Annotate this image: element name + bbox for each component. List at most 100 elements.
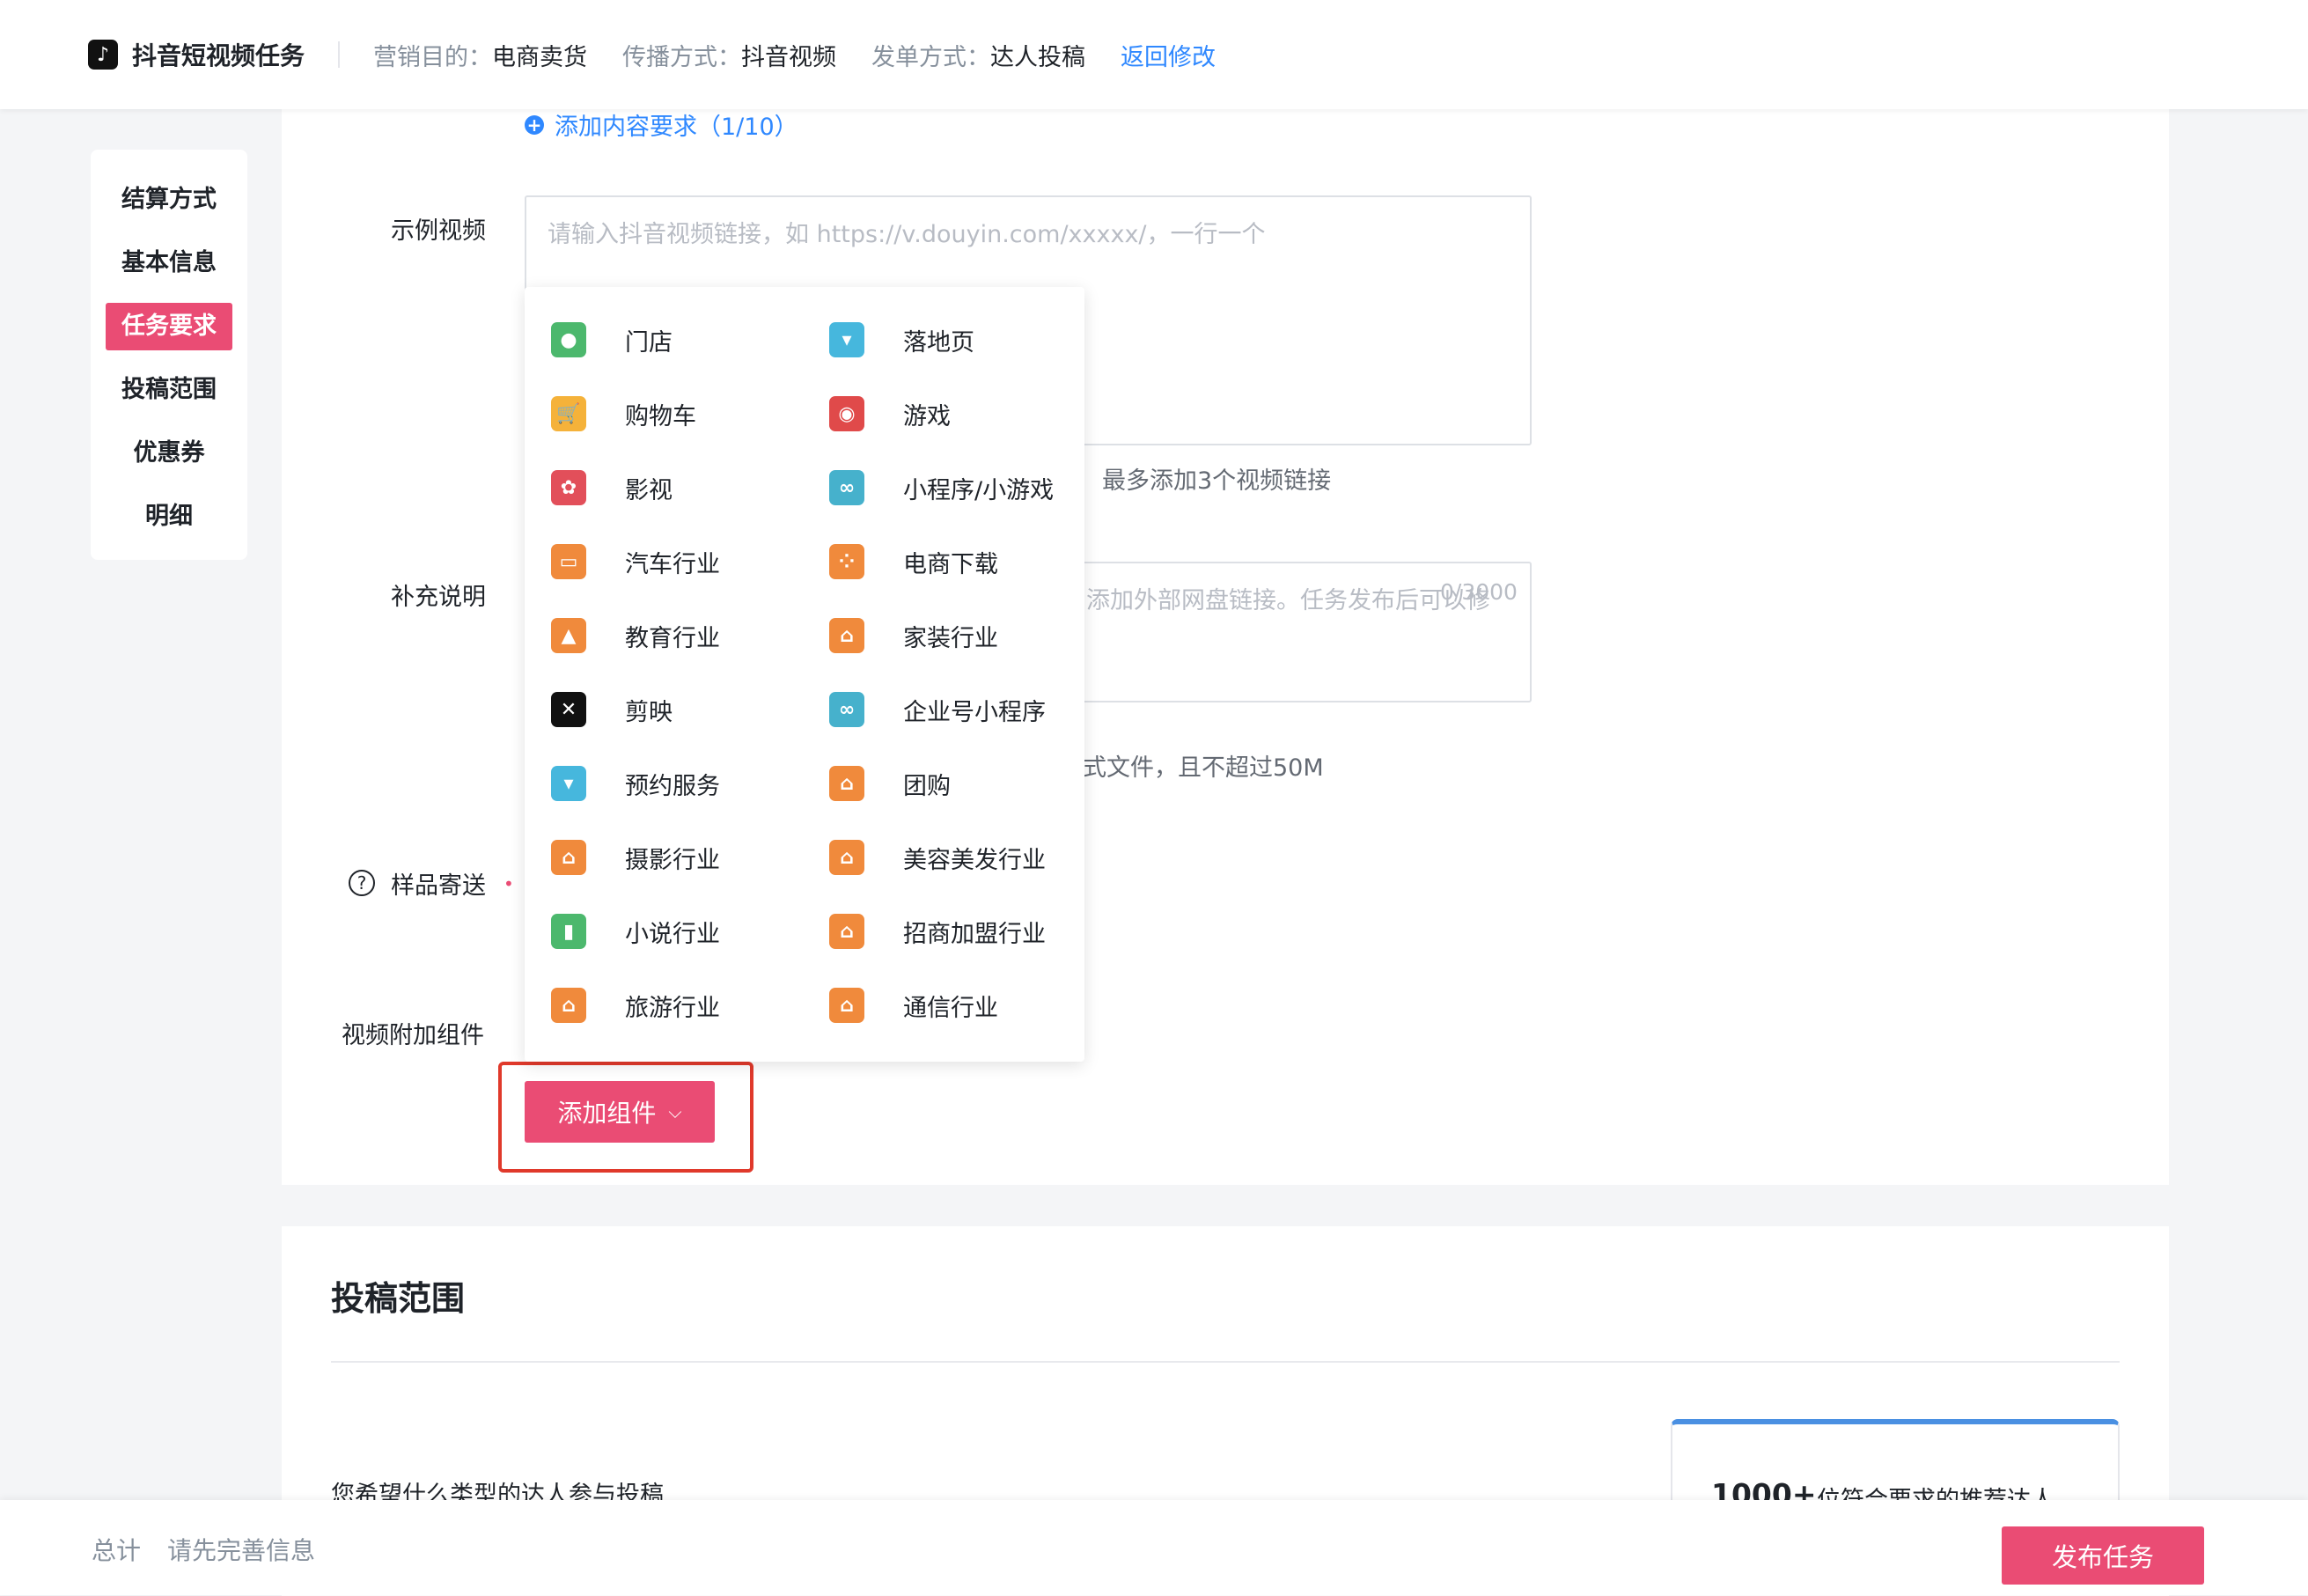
dropdown-item[interactable]: ∞ 小程序/小游戏 [829,461,1054,514]
dropdown-item[interactable]: ▲ 教育行业 [551,609,720,662]
dropdown-item-label: 剪映 [625,698,673,726]
dropdown-item[interactable]: ⌂ 通信行业 [829,979,998,1032]
attach-component-label: 视频附加组件 [342,1022,484,1049]
nav-item-settlement[interactable]: 结算方式 [106,176,232,224]
dropdown-item[interactable]: ✕ 剪映 [551,683,673,736]
component-dropdown-menu: ● 门店 ▾ 落地页 🛒 购物车 ◉ 游戏 ✿ 影视 ∞ 小程序/小游戏 ▭ 汽车行业 ⁘ 电商下载 ▲ 教育行业… [525,287,1084,1062]
publish-task-button[interactable]: 发布任务 [2002,1526,2204,1585]
dropdown-item-label: 门店 [625,328,673,357]
upload-hint: 式文件，且不超过50M [1083,754,1324,782]
dropdown-item-label: 企业号小程序 [903,698,1046,726]
dropdown-item-label: 团购 [903,772,951,800]
spread-value: 抖音视频 [741,43,837,71]
dropdown-item[interactable]: ∞ 企业号小程序 [829,683,1046,736]
house-icon: ⌂ [829,766,864,801]
cart-icon: 🛒 [551,396,586,431]
back-edit-link[interactable]: 返回修改 [1121,38,1216,72]
dropdown-item[interactable]: ⌂ 团购 [829,757,951,810]
apps-icon: ⁘ [829,544,864,579]
dropdown-item-label: 小说行业 [625,920,720,948]
required-dot: • [503,873,514,894]
section-nav: 结算方式 基本信息 任务要求 投稿范围 优惠券 明细 [91,150,247,560]
add-component-button[interactable]: 添加组件 ⌵ [525,1081,715,1143]
add-requirement-link[interactable]: + 添加内容要求（1/10） [525,107,798,142]
house-icon: ⌂ [829,988,864,1023]
dropdown-item[interactable]: ⌂ 美容美发行业 [829,831,1046,884]
supplement-counter: 0/3000 [1440,579,1518,605]
dropdown-item-label: 招商加盟行业 [903,920,1046,948]
dropdown-item-label: 落地页 [903,328,974,357]
nav-item-coupons[interactable]: 优惠券 [106,430,232,477]
supplement-placeholder: 添加外部网盘链接。任务发布后可以修 [1086,587,1490,614]
dropdown-item[interactable]: ▮ 小说行业 [551,905,720,958]
dropdown-item[interactable]: ◉ 游戏 [829,387,951,440]
dropdown-item[interactable]: ▭ 汽车行业 [551,535,720,588]
sample-ship-label: 样品寄送 [391,872,486,900]
sample-video-placeholder: 请输入抖音视频链接，如 https://v.douyin.com/xxxxx/，… [548,221,1266,248]
dropdown-item-label: 教育行业 [625,624,720,652]
dropdown-item-label: 小程序/小游戏 [903,476,1055,504]
douyin-logo-icon: ♪ [88,40,118,70]
chat-bubble-icon: ▾ [829,322,864,357]
dropdown-item-label: 影视 [625,476,673,504]
dropdown-item-label: 购物车 [625,402,696,430]
dropdown-item-label: 家装行业 [903,624,998,652]
dropdown-item-label: 电商下载 [903,550,998,578]
dropdown-item[interactable]: ⁘ 电商下载 [829,535,998,588]
dropdown-item[interactable]: ✿ 影视 [551,461,673,514]
plus-circle-icon: + [525,114,544,135]
game-icon: ◉ [829,396,864,431]
supplement-label: 补充说明 [391,584,486,611]
chat-bubble-icon: ▾ [551,766,586,801]
total-label: 总计 [92,1536,142,1565]
dropdown-item-label: 美容美发行业 [903,846,1046,874]
nav-item-basic-info[interactable]: 基本信息 [106,239,232,287]
spread-label: 传播方式： [622,43,742,71]
dropdown-item[interactable]: ▾ 预约服务 [551,757,720,810]
nav-item-submission-scope[interactable]: 投稿范围 [106,366,232,414]
nav-item-task-requirements[interactable]: 任务要求 [106,303,232,350]
dropdown-item-label: 预约服务 [625,772,720,800]
order-label: 发单方式： [871,43,991,71]
purpose-value: 电商卖货 [492,43,588,71]
house-icon: ⌂ [829,618,864,653]
chevron-down-icon: ⌵ [668,1101,682,1122]
divider [331,1361,2120,1363]
house-icon: ⌂ [551,988,586,1023]
dropdown-item[interactable]: ⌂ 家装行业 [829,609,998,662]
sample-video-label: 示例视频 [391,217,486,245]
car-icon: ▭ [551,544,586,579]
order-value: 达人投稿 [990,43,1086,71]
purpose-label: 营销目的： [373,43,493,71]
section-title: 投稿范围 [331,1279,466,1318]
help-icon[interactable]: ? [349,870,375,896]
dropdown-item[interactable]: ● 门店 [551,313,673,366]
top-bar: ♪ 抖音短视频任务 营销目的： 电商卖货 传播方式： 抖音视频 发单方式： 达人… [0,0,2308,109]
book-icon: ▮ [551,914,586,949]
footer-bar: 总计 请先完善信息 发布任务 [0,1500,2308,1595]
house-icon: ⌂ [551,840,586,875]
graduation-cap-icon: ▲ [551,618,586,653]
house-icon: ⌂ [829,840,864,875]
mini-program-icon: ∞ [829,692,864,727]
add-component-label: 添加组件 [557,1099,657,1128]
dropdown-item-label: 旅游行业 [625,994,720,1022]
nav-item-details[interactable]: 明细 [106,493,232,541]
dropdown-item[interactable]: 🛒 购物车 [551,387,696,440]
divider [338,41,341,68]
dropdown-item[interactable]: ⌂ 摄影行业 [551,831,720,884]
dropdown-item-label: 摄影行业 [625,846,720,874]
film-icon: ✿ [551,470,586,505]
house-icon: ⌂ [829,914,864,949]
total-value: 请先完善信息 [167,1536,316,1565]
dropdown-item[interactable]: ⌂ 旅游行业 [551,979,720,1032]
dropdown-item-label: 汽车行业 [625,550,720,578]
add-requirement-label: 添加内容要求（1/10） [555,114,798,141]
dropdown-item[interactable]: ⌂ 招商加盟行业 [829,905,1046,958]
location-icon: ● [551,322,586,357]
capcut-icon: ✕ [551,692,586,727]
dropdown-item[interactable]: ▾ 落地页 [829,313,974,366]
dropdown-item-label: 游戏 [903,402,951,430]
task-title: 抖音短视频任务 [132,41,305,70]
sample-video-hint: 最多添加3个视频链接 [1102,467,1332,495]
